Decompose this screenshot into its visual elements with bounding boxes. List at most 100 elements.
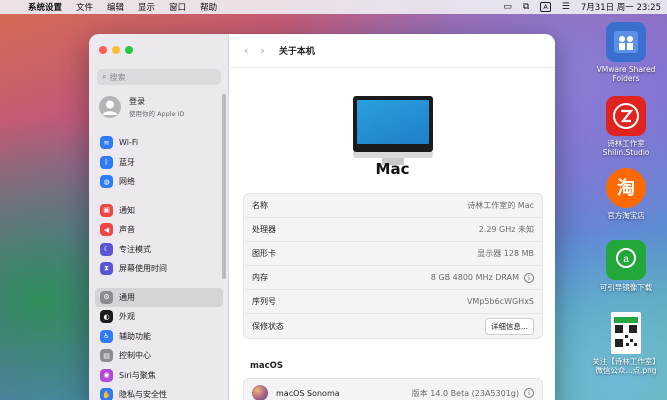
appearance-icon: ◐ <box>100 310 113 324</box>
avatar-icon <box>99 96 121 118</box>
sidebar-item-label: 专注模式 <box>119 244 151 254</box>
menu-window[interactable]: 窗口 <box>169 1 186 13</box>
sidebar-item-label: Siri与聚焦 <box>119 370 156 380</box>
sidebar-item-label: 网络 <box>119 177 135 187</box>
svg-text:a: a <box>623 254 629 265</box>
apple-id-login[interactable]: 登录 使用你的 Apple ID <box>99 96 185 118</box>
desktop-icon-coolaa[interactable]: a 可引导镜像下载 <box>589 240 663 292</box>
sidebar-item-general[interactable]: ⚙ 通用 <box>95 287 223 307</box>
info-value: 2.29 GHz 未知 <box>478 225 534 234</box>
macos-section-title: macOS <box>250 361 283 371</box>
desktop-icon-label: 诗林工作室 Shilin.Studio <box>602 139 650 157</box>
control-center-menu-icon[interactable]: ☰ <box>562 2 570 12</box>
sidebar-item-label: Wi-Fi <box>119 138 139 148</box>
info-key: 名称 <box>252 201 268 210</box>
info-card: 名称 诗林工作室的 Mac 处理器 2.29 GHz 未知 图形卡 显示器 12… <box>243 193 543 339</box>
search-icon: ⌕ <box>102 72 107 81</box>
sidebar-item-focus[interactable]: ☾ 专注模式 <box>95 240 223 260</box>
menu-file[interactable]: 文件 <box>76 1 93 13</box>
desktop-icon-qr[interactable]: 关注【诗林工作室】微信公众...点.png <box>589 312 663 375</box>
hourglass-icon: ⧗ <box>100 262 113 276</box>
close-window-button[interactable] <box>99 46 107 54</box>
menu-view[interactable]: 显示 <box>138 1 155 13</box>
forward-arrow-icon[interactable]: › <box>260 44 264 57</box>
desktop-icon-vmware[interactable]: VMware Shared Folders <box>589 22 663 83</box>
os-version: 版本 14.0 Beta (23A5301g) <box>411 388 519 398</box>
info-value: 诗林工作室的 Mac <box>467 201 534 210</box>
desktop-icon-label: VMware Shared Folders <box>596 65 656 83</box>
notifications-icon: ▣ <box>100 203 113 217</box>
traffic-lights <box>99 46 133 54</box>
search-input[interactable]: ⌕ 搜索 <box>97 69 221 85</box>
hand-icon: ✋ <box>100 388 113 400</box>
desktop-icon-label: 可引导镜像下载 <box>599 283 653 292</box>
gear-icon: ⚙ <box>100 290 113 304</box>
info-icon[interactable]: i <box>524 272 534 283</box>
info-key: 处理器 <box>252 225 276 234</box>
info-row-graphics: 图形卡 显示器 128 MB <box>244 242 542 266</box>
menu-help[interactable]: 帮助 <box>200 1 217 13</box>
info-key: 保修状态 <box>252 321 284 331</box>
minimize-window-button[interactable] <box>112 46 120 54</box>
sidebar-item-accessibility[interactable]: ♿ 辅助功能 <box>95 327 223 347</box>
bluetooth-icon: ᛒ <box>100 155 113 169</box>
menubar-clock[interactable]: 7月31日 周一 23:25 <box>581 1 661 13</box>
info-value: VMp5b6cWGHxS <box>466 297 534 306</box>
imac-illustration <box>353 96 433 165</box>
moon-icon: ☾ <box>100 242 113 256</box>
info-value-wrap: 8 GB 4800 MHz DRAM i <box>431 272 534 283</box>
info-icon[interactable]: i <box>524 388 534 398</box>
window-icon[interactable]: ⧉ <box>523 2 529 12</box>
sidebar-item-privacy[interactable]: ✋ 隐私与安全性 <box>95 385 223 400</box>
info-key: 图形卡 <box>252 249 276 258</box>
toolbar: ‹ › 关于本机 <box>230 34 555 68</box>
sidebar: ⌕ 搜索 登录 使用你的 Apple ID ≋ Wi-Fi ᛒ 蓝牙 ◍ 网络 … <box>89 34 229 400</box>
details-button[interactable]: 详细信息... <box>484 317 534 335</box>
sidebar-list: ≋ Wi-Fi ᛒ 蓝牙 ◍ 网络 ▣ 通知 ◀ 声音 ☾ 专注模式 ⧗ 屏幕使… <box>95 133 223 400</box>
screen-mirroring-icon[interactable]: ▭ <box>503 2 512 12</box>
siri-icon: ◉ <box>100 368 113 382</box>
info-key: 内存 <box>252 273 268 282</box>
desktop-icon-taobao[interactable]: 淘 官方淘宝店 <box>589 168 663 220</box>
sidebar-item-network[interactable]: ◍ 网络 <box>95 172 223 192</box>
sidebar-item-notifications[interactable]: ▣ 通知 <box>95 201 223 221</box>
qr-code-icon <box>611 312 641 354</box>
sidebar-item-bluetooth[interactable]: ᛒ 蓝牙 <box>95 153 223 173</box>
system-settings-window: ⌕ 搜索 登录 使用你的 Apple ID ≋ Wi-Fi ᛒ 蓝牙 ◍ 网络 … <box>89 34 555 400</box>
info-row-warranty: 保修状态 详细信息... <box>244 314 542 338</box>
info-key: 序列号 <box>252 297 276 306</box>
status-area: ▭ ⧉ A ☰ 7月31日 周一 23:25 <box>503 1 661 13</box>
main-content: ‹ › 关于本机 Mac 名称 诗林工作室的 Mac 处理器 2.29 GHz … <box>230 34 555 400</box>
info-value: 显示器 128 MB <box>477 249 534 258</box>
macos-sonoma-icon <box>252 385 268 400</box>
sidebar-item-siri[interactable]: ◉ Siri与聚焦 <box>95 366 223 386</box>
sidebar-item-appearance[interactable]: ◐ 外观 <box>95 307 223 327</box>
sidebar-item-label: 通用 <box>119 292 135 302</box>
sidebar-item-sound[interactable]: ◀ 声音 <box>95 220 223 240</box>
sidebar-item-screen-time[interactable]: ⧗ 屏幕使用时间 <box>95 259 223 279</box>
wifi-icon: ≋ <box>100 136 113 150</box>
search-placeholder: 搜索 <box>109 72 126 82</box>
sidebar-item-label: 声音 <box>119 225 135 235</box>
speaker-icon: ◀ <box>100 223 113 237</box>
sidebar-item-label: 外观 <box>119 312 135 322</box>
input-source-icon[interactable]: A <box>540 2 551 12</box>
info-row-serial: 序列号 VMp5b6cWGHxS <box>244 290 542 314</box>
coolaa-icon: a <box>606 240 646 280</box>
device-title: Mac <box>375 160 410 178</box>
sidebar-item-label: 辅助功能 <box>119 331 151 341</box>
zoom-window-button[interactable] <box>125 46 133 54</box>
shared-folder-icon <box>606 22 646 62</box>
back-arrow-icon[interactable]: ‹ <box>244 44 248 57</box>
sidebar-item-label: 蓝牙 <box>119 157 135 167</box>
desktop-icon-shilin[interactable]: 诗林工作室 Shilin.Studio <box>589 96 663 157</box>
menu-edit[interactable]: 编辑 <box>107 1 124 13</box>
menu-app-name[interactable]: 系统设置 <box>28 1 62 13</box>
sidebar-scrollbar[interactable] <box>222 94 226 279</box>
page-title: 关于本机 <box>278 47 315 57</box>
control-center-icon: ▤ <box>100 349 113 363</box>
sidebar-item-control-center[interactable]: ▤ 控制中心 <box>95 346 223 366</box>
os-name: macOS Sonoma <box>276 388 340 398</box>
account-subtitle: 使用你的 Apple ID <box>129 110 185 118</box>
sidebar-item-wifi[interactable]: ≋ Wi-Fi <box>95 133 223 153</box>
